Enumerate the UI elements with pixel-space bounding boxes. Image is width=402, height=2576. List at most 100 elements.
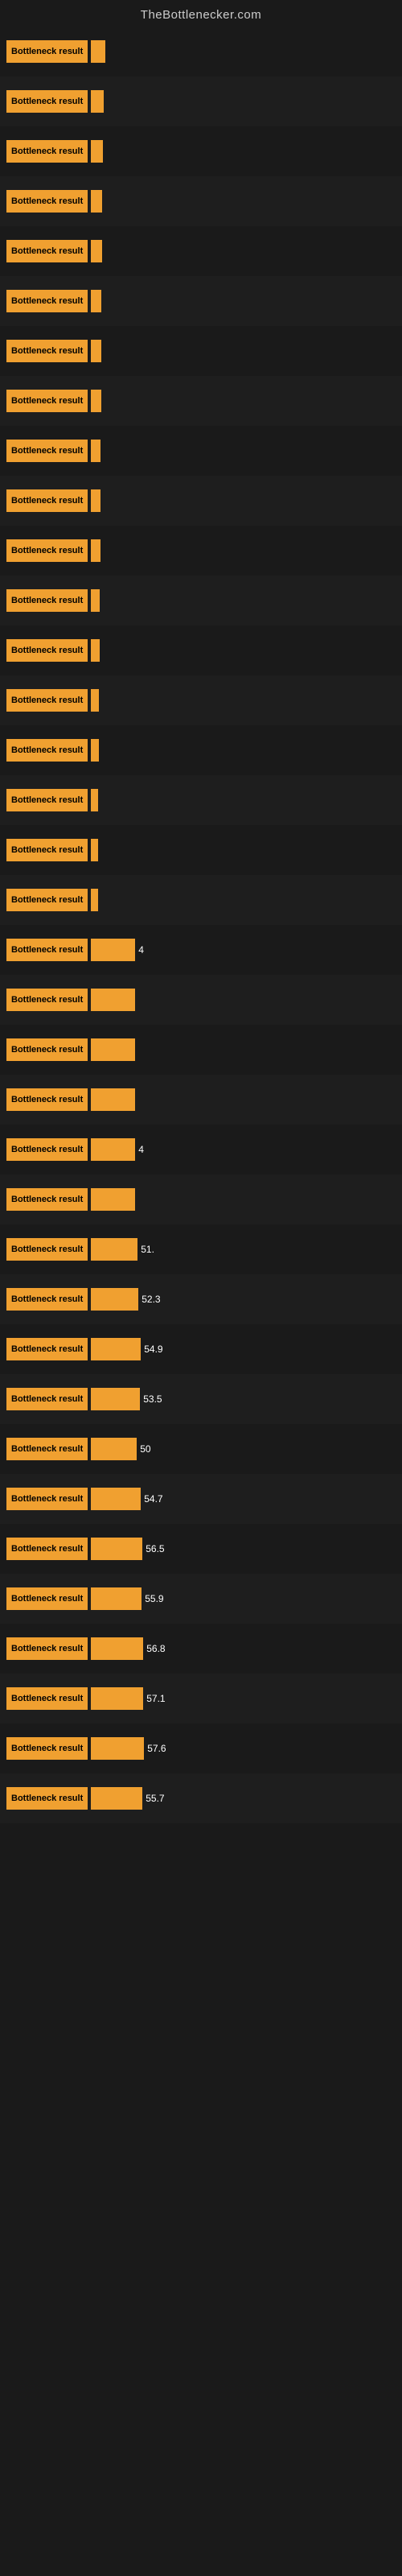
bar-container: 51. (91, 1238, 396, 1261)
bar-container (91, 839, 396, 861)
bar-container: 57.1 (91, 1687, 396, 1710)
bar (91, 290, 101, 312)
bar (91, 1338, 141, 1360)
bottleneck-label: Bottleneck result (6, 340, 88, 362)
bottleneck-label: Bottleneck result (6, 1288, 88, 1311)
bar-container: 55.9 (91, 1587, 396, 1610)
bar-value: 56.5 (146, 1543, 178, 1554)
bar-container (91, 589, 396, 612)
bar-value: 54.7 (144, 1493, 176, 1505)
bottleneck-label: Bottleneck result (6, 190, 88, 213)
table-row: Bottleneck result (0, 276, 402, 326)
bar (91, 240, 102, 262)
bar-value: 4 (138, 944, 170, 956)
table-row: Bottleneck result4 (0, 1125, 402, 1174)
bar-container: 50 (91, 1438, 396, 1460)
bar-value: 55.7 (146, 1793, 178, 1804)
bar (91, 1038, 135, 1061)
bar (91, 1587, 142, 1610)
bottleneck-label: Bottleneck result (6, 1438, 88, 1460)
bottleneck-label: Bottleneck result (6, 1637, 88, 1660)
bar-container: 54.9 (91, 1338, 396, 1360)
table-row: Bottleneck result 4 (0, 925, 402, 975)
bar (91, 1438, 137, 1460)
bar-container: 55.7 (91, 1787, 396, 1810)
table-row: Bottleneck result (0, 1075, 402, 1125)
bottleneck-label: Bottleneck result (6, 639, 88, 662)
bottleneck-label: Bottleneck result (6, 1737, 88, 1760)
bottleneck-label: Bottleneck result (6, 1488, 88, 1510)
bottleneck-label: Bottleneck result (6, 839, 88, 861)
table-row: Bottleneck result (0, 426, 402, 476)
bar (91, 789, 98, 811)
bottleneck-label: Bottleneck result (6, 939, 88, 961)
bar-container (91, 689, 396, 712)
bottleneck-label: Bottleneck result (6, 40, 88, 63)
bar (91, 539, 100, 562)
bar-value: 56.8 (146, 1643, 178, 1654)
bottleneck-label: Bottleneck result (6, 1238, 88, 1261)
bottleneck-label: Bottleneck result (6, 390, 88, 412)
bar-container (91, 440, 396, 462)
bar-value: 54.9 (144, 1344, 176, 1355)
bar-container (91, 290, 396, 312)
bottleneck-label: Bottleneck result (6, 539, 88, 562)
table-row: Bottleneck result 55.7 (0, 1773, 402, 1823)
bar-container (91, 390, 396, 412)
table-row: Bottleneck result (0, 975, 402, 1025)
bar (91, 589, 100, 612)
bar (91, 90, 104, 113)
bar (91, 1787, 142, 1810)
bar-container (91, 739, 396, 762)
bar-container (91, 1188, 396, 1211)
table-row: Bottleneck result 57.1 (0, 1674, 402, 1724)
rows-container: Bottleneck result Bottleneck result Bottle… (0, 27, 402, 1823)
bar-value: 57.6 (147, 1743, 179, 1754)
table-row: Bottleneck result (0, 176, 402, 226)
bar (91, 1637, 143, 1660)
bottleneck-label: Bottleneck result (6, 140, 88, 163)
bar-container (91, 639, 396, 662)
bottleneck-label: Bottleneck result (6, 1088, 88, 1111)
bottleneck-label: Bottleneck result (6, 589, 88, 612)
bar-container (91, 340, 396, 362)
table-row: Bottleneck result (0, 825, 402, 875)
bar-value: 55.9 (145, 1593, 177, 1604)
table-row: Bottleneck result (0, 76, 402, 126)
bar-container (91, 240, 396, 262)
bar (91, 340, 101, 362)
bottleneck-label: Bottleneck result (6, 1038, 88, 1061)
table-row: Bottleneck result (0, 526, 402, 576)
bottleneck-label: Bottleneck result (6, 989, 88, 1011)
table-row: Bottleneck result (0, 625, 402, 675)
table-row: Bottleneck result (0, 376, 402, 426)
bar (91, 489, 100, 512)
table-row: Bottleneck result (0, 675, 402, 725)
bar (91, 1687, 143, 1710)
table-row: Bottleneck result (0, 326, 402, 376)
bar-container: 53.5 (91, 1388, 396, 1410)
bottleneck-label: Bottleneck result (6, 1138, 88, 1161)
table-row: Bottleneck result56.5 (0, 1524, 402, 1574)
table-row: Bottleneck result (0, 775, 402, 825)
table-row: Bottleneck result (0, 226, 402, 276)
bar-container (91, 539, 396, 562)
bar (91, 190, 102, 213)
bar-container (91, 40, 396, 63)
bar (91, 1538, 142, 1560)
bottleneck-label: Bottleneck result (6, 489, 88, 512)
bottleneck-label: Bottleneck result (6, 1687, 88, 1710)
bottleneck-label: Bottleneck result (6, 1787, 88, 1810)
bar (91, 440, 100, 462)
bar (91, 689, 99, 712)
bar-value: 57.1 (146, 1693, 178, 1704)
bar-container: 56.5 (91, 1538, 396, 1560)
bottleneck-label: Bottleneck result (6, 440, 88, 462)
bottleneck-label: Bottleneck result (6, 1388, 88, 1410)
bottleneck-label: Bottleneck result (6, 689, 88, 712)
bar (91, 1088, 135, 1111)
bar-container (91, 1088, 396, 1111)
bottleneck-label: Bottleneck result (6, 1188, 88, 1211)
table-row: Bottleneck result54.9 (0, 1324, 402, 1374)
table-row: Bottleneck result55.9 (0, 1574, 402, 1624)
